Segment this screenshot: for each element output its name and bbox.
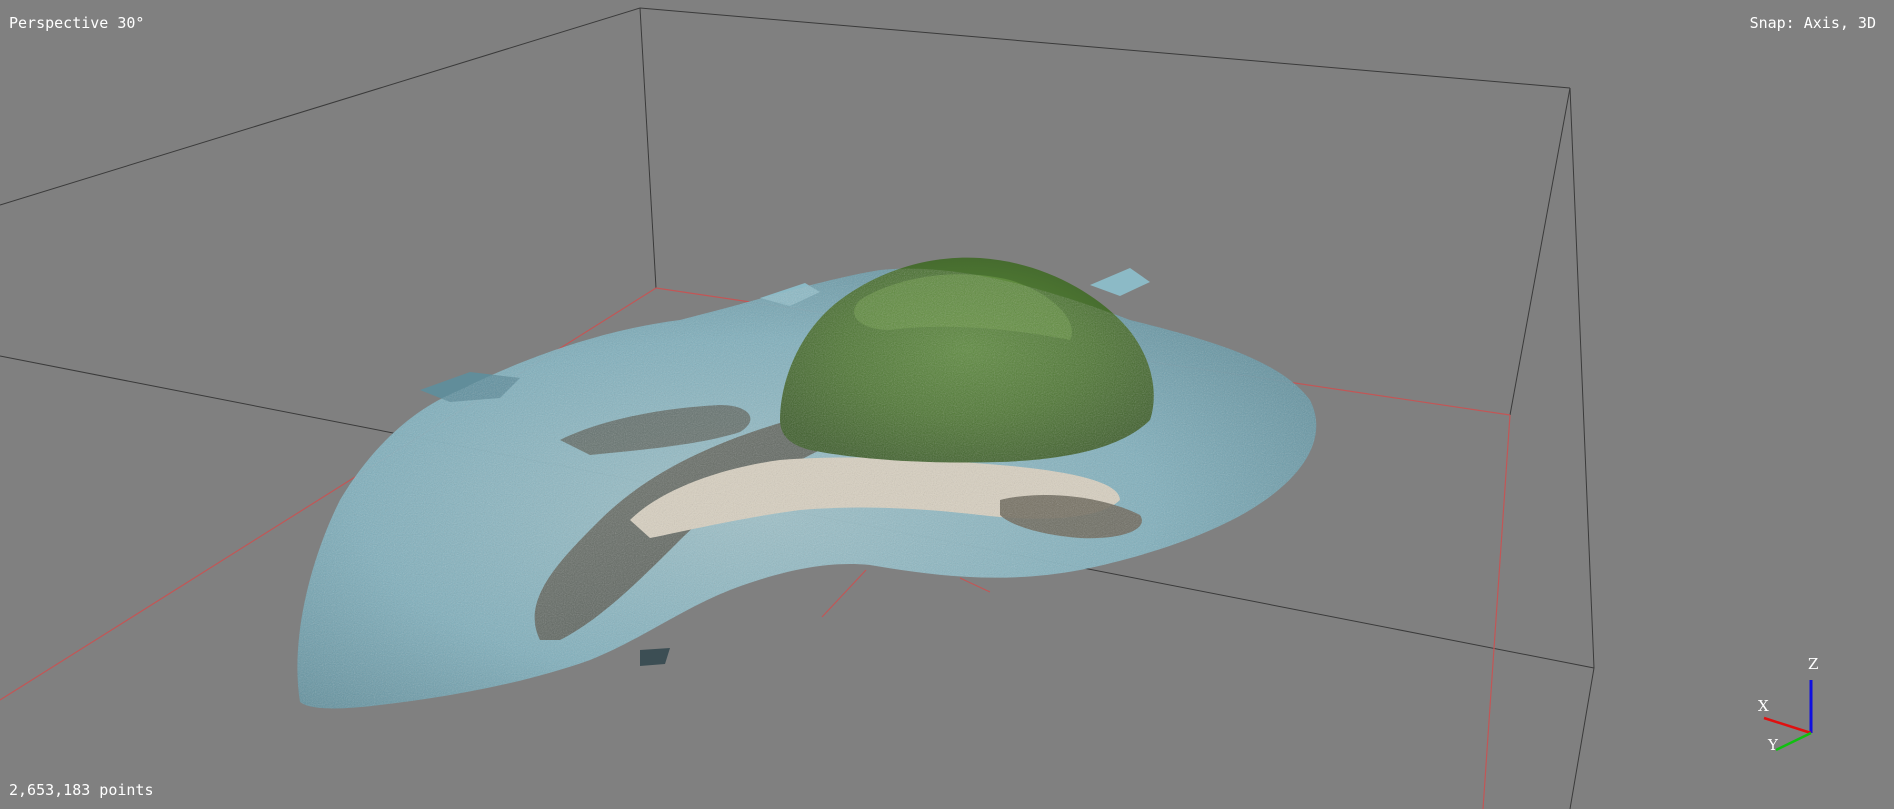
grid-line bbox=[1482, 414, 1511, 809]
bbox-edge bbox=[1569, 667, 1595, 809]
point-cloud-fragment bbox=[640, 648, 670, 666]
point-cloud-fragment bbox=[1090, 268, 1150, 296]
y-axis-line bbox=[1775, 731, 1812, 752]
bbox-edge bbox=[1509, 87, 1571, 416]
snap-mode-label: Snap: Axis, 3D bbox=[1749, 14, 1876, 32]
viewport-canvas[interactable]: Z X Y bbox=[0, 0, 1894, 809]
x-axis-label: X bbox=[1758, 697, 1769, 715]
grid-line bbox=[821, 569, 867, 618]
bbox-edge bbox=[1569, 87, 1595, 669]
point-cloud-texture bbox=[297, 268, 1317, 709]
axis-gizmo[interactable]: Z X Y bbox=[1758, 655, 1818, 754]
bbox-edge bbox=[0, 7, 641, 206]
z-axis-label: Z bbox=[1808, 655, 1818, 673]
projection-mode-label: Perspective 30° bbox=[9, 14, 145, 32]
grid-line bbox=[959, 577, 991, 593]
point-cloud-island[interactable] bbox=[297, 257, 1317, 709]
bbox-edge bbox=[639, 7, 1571, 89]
bbox-edge bbox=[639, 7, 657, 289]
x-axis-line bbox=[1763, 716, 1812, 735]
3d-viewport[interactable]: Z X Y Perspective 30° Snap: Axis, 3D 2,6… bbox=[0, 0, 1894, 809]
point-count-label: 2,653,183 points bbox=[9, 781, 154, 799]
y-axis-label: Y bbox=[1767, 736, 1779, 754]
